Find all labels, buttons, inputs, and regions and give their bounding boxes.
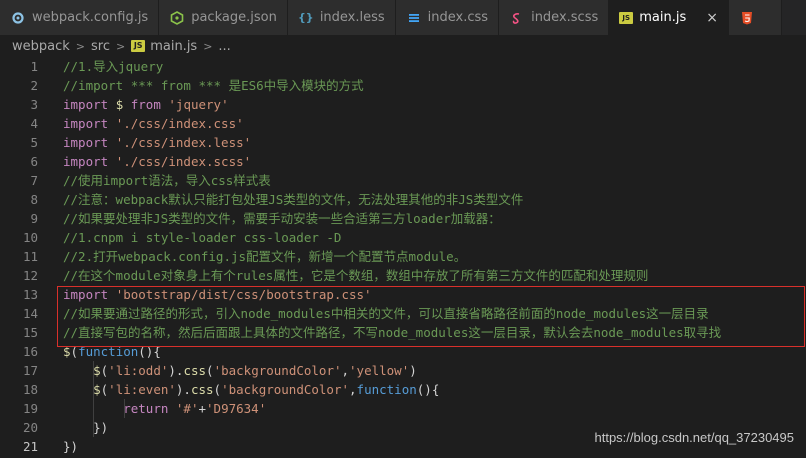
breadcrumb-symbol[interactable]: ...: [218, 39, 230, 54]
code-text: $('li:odd').css('backgroundColor','yello…: [93, 363, 417, 378]
tab-package-json[interactable]: package.json: [159, 0, 288, 35]
code-text: import './css/index.less': [63, 135, 252, 150]
line-number: 18: [22, 382, 38, 397]
code-text: //import *** from *** 是ES6中导入模块的方式: [63, 78, 364, 93]
line-number: 4: [30, 116, 38, 131]
tab-index-css[interactable]: index.css: [395, 0, 500, 35]
code-text: $('li:even').css('backgroundColor',funct…: [93, 382, 440, 397]
code-text: //如果要处理非JS类型的文件，需要手动安装一些合适第三方loader加载器：: [63, 211, 501, 226]
tab-index-less[interactable]: {} index.less: [287, 0, 396, 35]
line-number: 1: [30, 59, 38, 74]
code-line[interactable]: 12 //在这个module对象身上有个rules属性，它是个数组，数组中存放了所…: [0, 266, 806, 285]
code-line[interactable]: 5 import './css/index.less': [0, 133, 806, 152]
css-icon: [406, 10, 422, 26]
breadcrumb-file[interactable]: main.js: [150, 39, 197, 54]
line-number: 11: [22, 249, 38, 264]
sass-icon: [509, 10, 525, 26]
chevron-right-icon: >: [115, 39, 126, 53]
breadcrumb: webpack > src > JS main.js > ...: [0, 35, 806, 57]
code-text: //2.打开webpack.config.js配置文件，新增一个配置节点modu…: [63, 249, 467, 264]
highlight-box: [57, 286, 805, 347]
html5-icon: [739, 10, 755, 26]
line-number: 5: [30, 135, 38, 150]
npm-icon: [169, 10, 185, 26]
tab-label: index.less: [319, 10, 385, 25]
gear-icon: [10, 10, 26, 26]
js-icon: JS: [131, 40, 146, 52]
line-number: 12: [22, 268, 38, 283]
tab-label: main.js: [639, 10, 687, 25]
code-line[interactable]: 6 import './css/index.scss': [0, 152, 806, 171]
code-line[interactable]: 8 //注意：webpack默认只能打包处理JS类型的文件，无法处理其他的非JS类…: [0, 190, 806, 209]
code-line[interactable]: 18 $('li:even').css('backgroundColor',fu…: [0, 380, 806, 399]
tab-webpack-config[interactable]: webpack.config.js: [0, 0, 160, 35]
line-number: 16: [22, 344, 38, 359]
code-line[interactable]: 10 //1.cnpm i style-loader css-loader -D: [0, 228, 806, 247]
code-text: import $ from 'jquery': [63, 97, 229, 112]
code-line[interactable]: 11 //2.打开webpack.config.js配置文件，新增一个配置节点mo…: [0, 247, 806, 266]
tab-label: webpack.config.js: [32, 10, 149, 25]
code-line[interactable]: 7 //使用import语法，导入css样式表: [0, 171, 806, 190]
code-line[interactable]: 19 return '#'+'D97634': [0, 399, 806, 418]
tab-label: index.css: [427, 10, 489, 25]
chevron-right-icon: >: [75, 39, 85, 53]
code-line[interactable]: 9 //如果要处理非JS类型的文件，需要手动安装一些合适第三方loader加载器：: [0, 209, 806, 228]
code-text: import './css/index.css': [63, 116, 244, 131]
close-icon[interactable]: ×: [706, 10, 718, 26]
code-line[interactable]: 17 $('li:odd').css('backgroundColor','ye…: [0, 361, 806, 380]
js-icon: JS: [619, 11, 634, 24]
tab-label: index.scss: [531, 10, 599, 25]
tab-main-js[interactable]: JS main.js ×: [609, 0, 729, 35]
code-text: //1.导入jquery: [63, 59, 164, 74]
line-number: 20: [22, 420, 38, 435]
code-line[interactable]: 3 import $ from 'jquery': [0, 95, 806, 114]
tab-bar: webpack.config.js package.json {} index.…: [0, 0, 806, 35]
line-number: 8: [30, 192, 38, 207]
code-line[interactable]: 4 import './css/index.css': [0, 114, 806, 133]
code-editor[interactable]: 1 //1.导入jquery 2 //import *** from *** 是ES6…: [0, 57, 806, 458]
watermark: https://blog.csdn.net/qq_37230495: [594, 430, 795, 445]
tab-index-scss[interactable]: index.scss: [499, 0, 610, 35]
line-number: 9: [30, 211, 38, 226]
code-text: return '#'+'D97634': [123, 401, 267, 416]
code-line[interactable]: 2 //import *** from *** 是ES6中导入模块的方式: [0, 76, 806, 95]
tab-label: package.json: [191, 10, 277, 25]
code-text: import './css/index.scss': [63, 154, 252, 169]
code-line[interactable]: 1 //1.导入jquery: [0, 57, 806, 76]
braces-icon: {}: [297, 11, 314, 24]
breadcrumb-project[interactable]: webpack: [12, 39, 70, 54]
code-text: //注意：webpack默认只能打包处理JS类型的文件，无法处理其他的非JS类型…: [63, 192, 524, 207]
line-number: 10: [22, 230, 38, 245]
line-number: 2: [30, 78, 38, 93]
line-number: 7: [30, 173, 38, 188]
line-number: 15: [22, 325, 38, 340]
chevron-right-icon: >: [203, 39, 213, 53]
line-number: 21: [22, 439, 38, 454]
code-text: //在这个module对象身上有个rules属性，它是个数组，数组中存放了所有第…: [63, 268, 649, 283]
breadcrumb-folder[interactable]: src: [91, 39, 110, 54]
line-number: 17: [22, 363, 38, 378]
code-text: //使用import语法，导入css样式表: [63, 173, 271, 188]
line-number: 6: [30, 154, 38, 169]
line-number: 14: [22, 306, 38, 321]
code-text: //1.cnpm i style-loader css-loader -D: [63, 230, 342, 245]
line-number: 13: [22, 287, 38, 302]
line-number: 3: [30, 97, 38, 112]
code-text: }): [63, 439, 79, 454]
tab-html-file[interactable]: [728, 0, 782, 35]
line-number: 19: [22, 401, 38, 416]
code-text: }): [63, 420, 109, 435]
